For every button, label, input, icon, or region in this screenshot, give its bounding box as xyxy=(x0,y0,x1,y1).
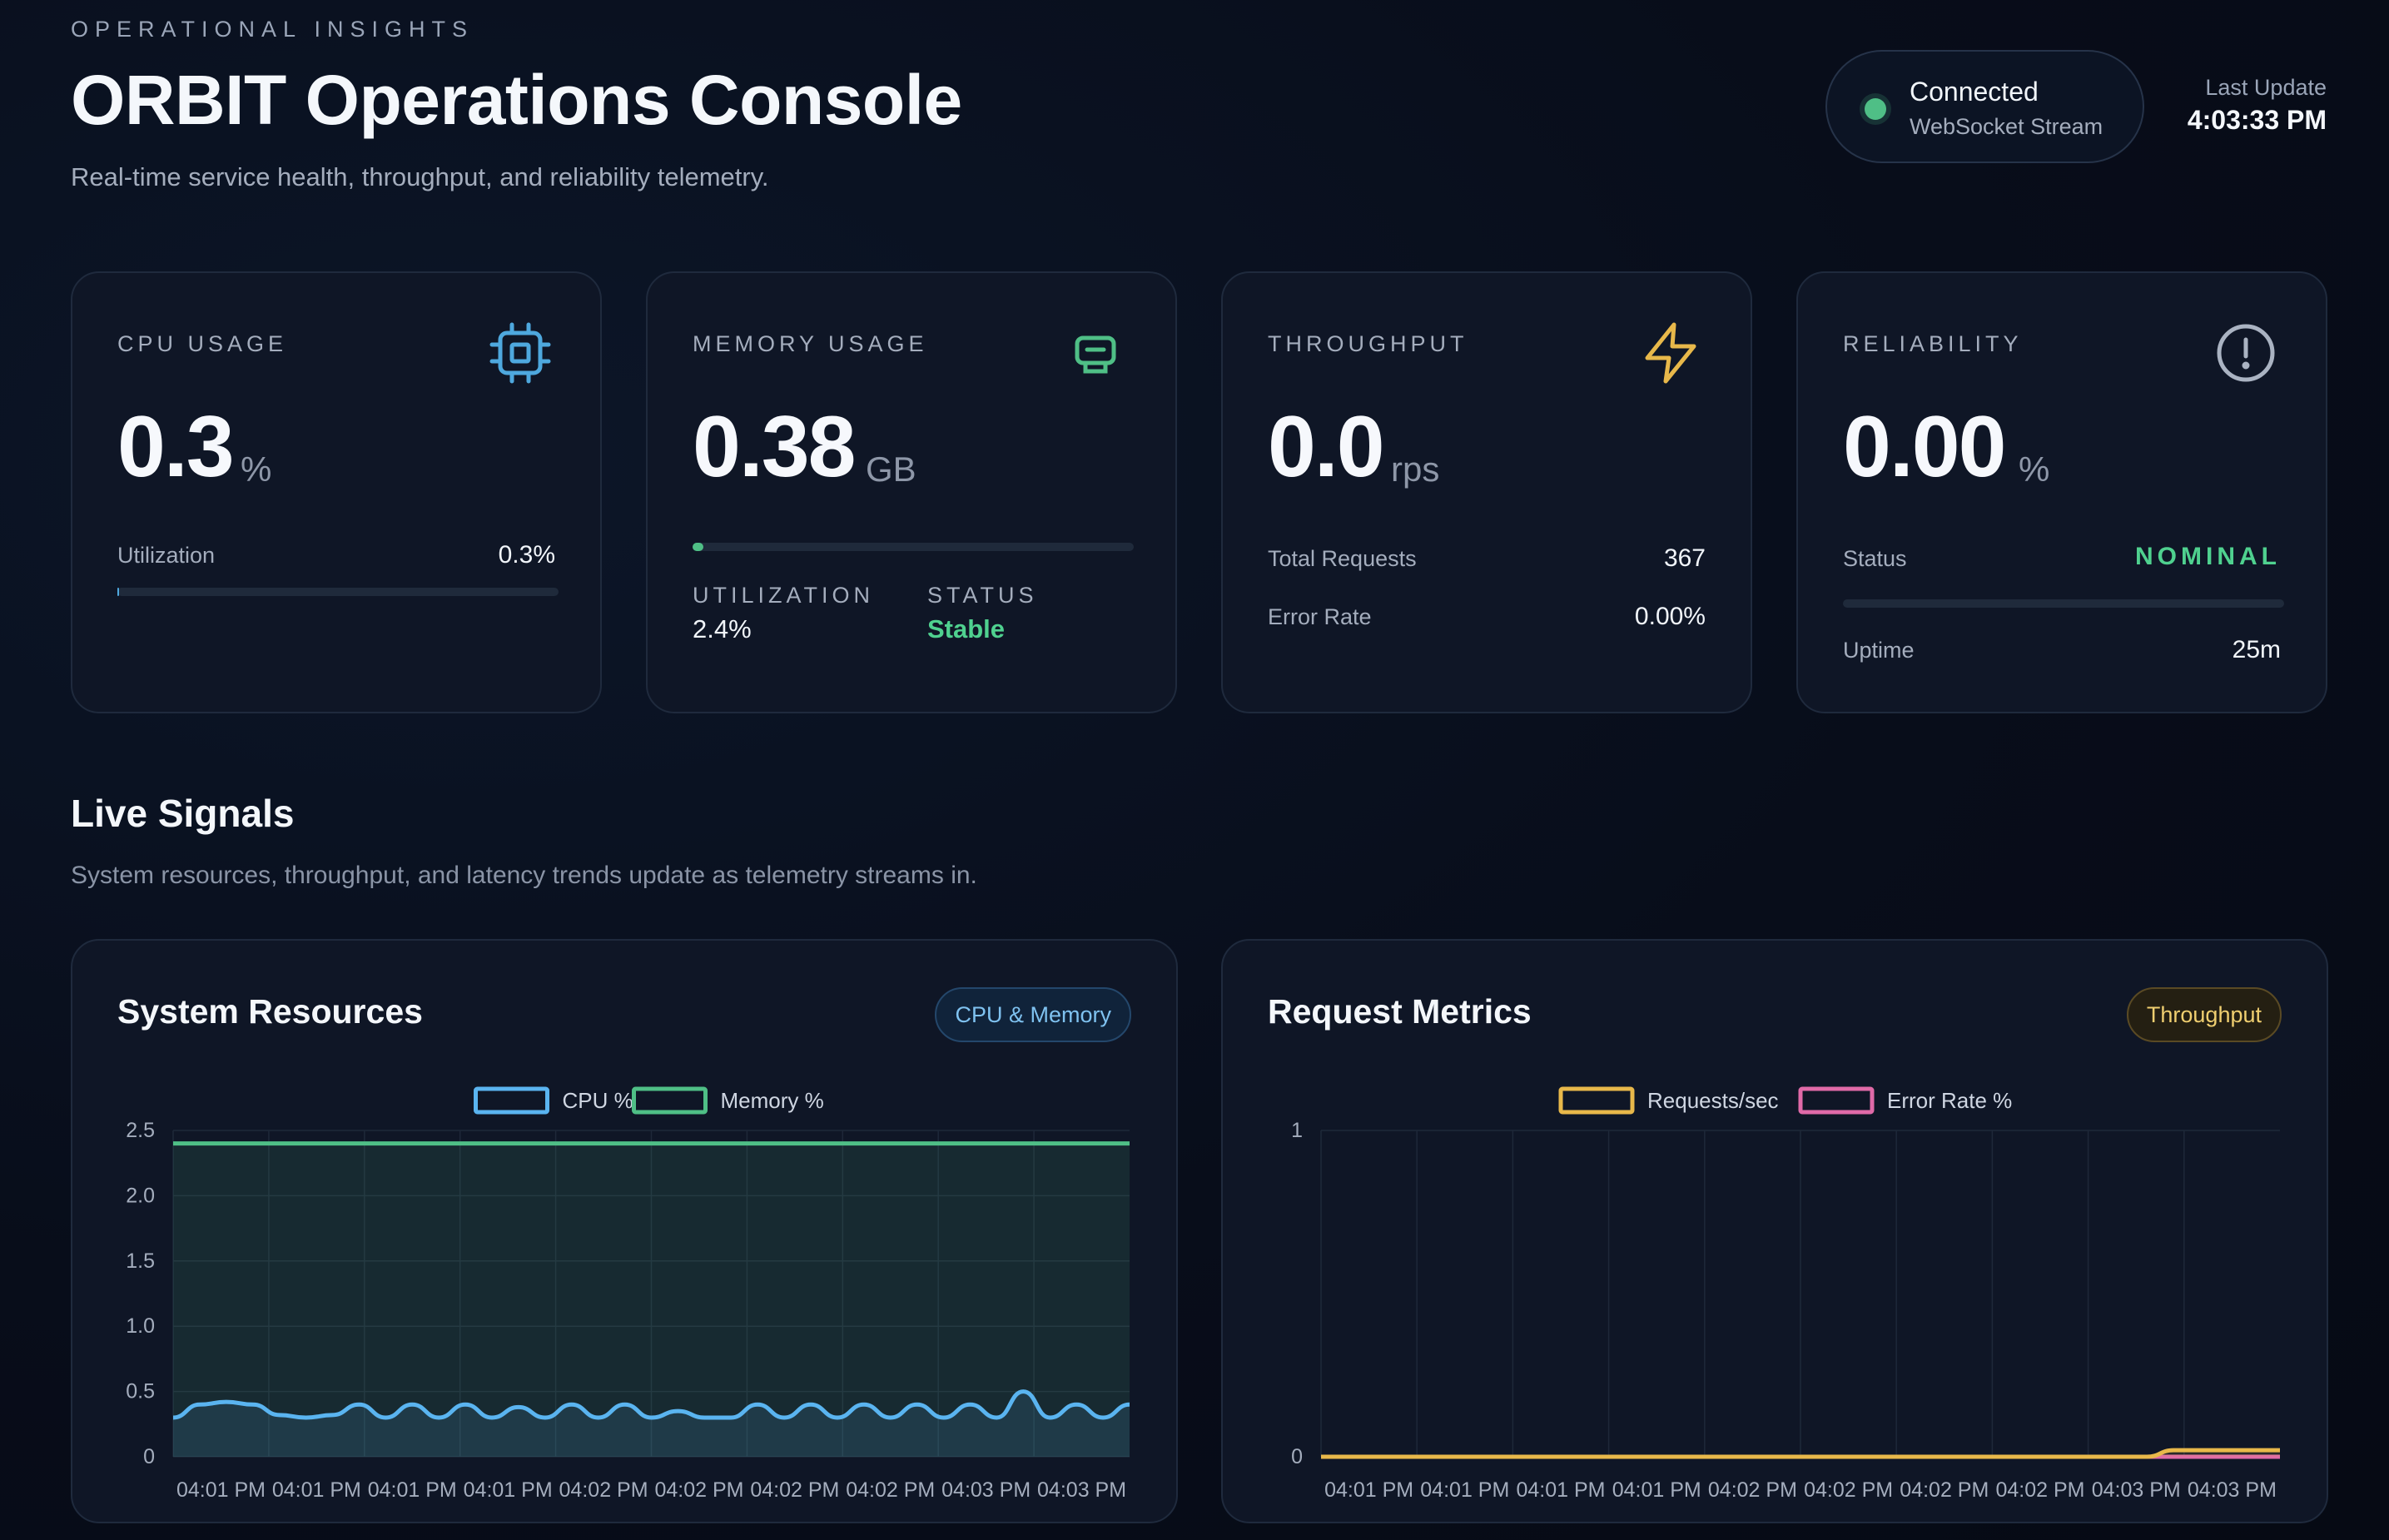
x-tick-label: 04:02 PM xyxy=(1900,1478,1989,1502)
total-requests-value: 367 xyxy=(1663,544,1706,572)
reliability-status-value: NOMINAL xyxy=(2135,543,2281,570)
x-tick-label: 04:02 PM xyxy=(654,1478,743,1502)
cpu-card-label: CPU USAGE xyxy=(117,331,288,356)
reliability-card[interactable]: RELIABILITY 0.00 % Status NOMINAL Uptime… xyxy=(1796,271,2327,713)
y-tick-label: 2.0 xyxy=(126,1184,155,1207)
memory-card-label: MEMORY USAGE xyxy=(693,331,928,356)
memory-unit: GB xyxy=(866,450,916,489)
y-tick-label: 0.5 xyxy=(126,1380,155,1403)
reliability-card-label: RELIABILITY xyxy=(1843,331,2023,356)
x-tick-label: 04:01 PM xyxy=(1420,1478,1509,1502)
throughput-card-label: THROUGHPUT xyxy=(1268,331,1468,356)
cpu-icon xyxy=(489,321,552,385)
memory-status-caption: STATUS xyxy=(927,583,1038,608)
legend-swatch xyxy=(474,1086,549,1115)
x-tick-label: 04:02 PM xyxy=(1804,1478,1893,1502)
x-tick-label: 04:01 PM xyxy=(1324,1478,1413,1502)
legend-swatch xyxy=(1798,1086,1875,1115)
throughput-card[interactable]: THROUGHPUT 0.0 rps Total Requests 367 Er… xyxy=(1221,271,1752,713)
y-tick-label: 1.0 xyxy=(126,1314,155,1338)
legend-label: Memory % xyxy=(721,1088,824,1113)
memory-utilization-bar-fill xyxy=(693,543,703,551)
request-metrics-panel: Request Metrics Throughput 1 0 04:01 PM 04:… xyxy=(1221,939,2328,1523)
memory-utilization-value: 2.4% xyxy=(693,614,752,643)
y-tick-label: 0 xyxy=(1291,1445,1303,1468)
reliability-unit: % xyxy=(2019,450,2050,489)
live-signals-title: Live Signals xyxy=(71,792,295,835)
x-tick-label: 04:01 PM xyxy=(272,1478,361,1502)
reliability-status-label: Status xyxy=(1843,546,1907,571)
x-tick-label: 04:01 PM xyxy=(464,1478,553,1502)
x-tick-label: 04:02 PM xyxy=(559,1478,648,1502)
y-tick-label: 2.5 xyxy=(126,1119,155,1142)
last-update-label: Last Update xyxy=(2205,75,2327,100)
x-tick-label: 04:02 PM xyxy=(750,1478,839,1502)
alert-circle-icon xyxy=(2214,321,2277,385)
error-rate-value: 0.00% xyxy=(1634,603,1706,630)
legend-swatch xyxy=(632,1086,708,1115)
x-tick-label: 04:02 PM xyxy=(846,1478,935,1502)
memory-usage-card[interactable]: MEMORY USAGE 0.38 GB UTILIZATION 2.4% ST… xyxy=(646,271,1177,713)
uptime-value: 25m xyxy=(2232,636,2281,663)
cpu-utilization-bar xyxy=(117,588,559,596)
series-area xyxy=(173,1143,1130,1457)
system-resources-chart: 2.52.01.51.00.5004:01 PM 04:01 PM 04:01 PM… xyxy=(126,1086,1130,1502)
y-tick-label: 1.5 xyxy=(126,1249,155,1273)
cpu-utilization-bar-fill xyxy=(117,588,119,596)
eyebrow-label: OPERATIONAL INSIGHTS xyxy=(71,17,474,42)
reliability-bar xyxy=(1843,599,2284,608)
x-tick-label: 04:03 PM xyxy=(2188,1478,2277,1502)
y-tick-label: 1 xyxy=(1291,1119,1303,1142)
connection-status-dot-icon xyxy=(1865,98,1886,120)
cpu-utilization-label: Utilization xyxy=(117,543,216,568)
x-tick-label: 04:01 PM xyxy=(368,1478,457,1502)
cpu-value: 0.3 xyxy=(117,399,235,495)
connection-status-subtitle: WebSocket Stream xyxy=(1910,114,2103,139)
system-resources-panel: System Resources CPU & Memory 2.5 2.0 1.5 1… xyxy=(71,939,1178,1523)
memory-utilization-caption: UTILIZATION xyxy=(693,583,875,608)
memory-icon xyxy=(1064,321,1127,385)
throughput-unit: rps xyxy=(1391,450,1440,489)
reliability-value: 0.00 xyxy=(1843,399,2006,495)
legend-label: CPU % xyxy=(563,1088,633,1113)
throughput-value: 0.0 xyxy=(1268,399,1385,495)
memory-value: 0.38 xyxy=(693,399,856,495)
connection-status-pill[interactable]: Connected WebSocket Stream xyxy=(1825,50,2144,163)
total-requests-label: Total Requests xyxy=(1268,546,1417,571)
cpu-usage-card[interactable]: CPU USAGE 0.3 % Utilization 0.3% xyxy=(71,271,602,713)
cpu-unit: % xyxy=(241,450,272,489)
connection-status-title: Connected xyxy=(1910,77,2039,107)
error-rate-label: Error Rate xyxy=(1268,604,1372,629)
x-tick-label: 04:01 PM xyxy=(1516,1478,1605,1502)
x-tick-label: 04:02 PM xyxy=(1995,1478,2084,1502)
legend-label: Requests/sec xyxy=(1647,1088,1779,1113)
x-tick-label: 04:01 PM xyxy=(176,1478,266,1502)
legend-swatch xyxy=(1558,1086,1635,1115)
page-title: ORBIT Operations Console xyxy=(71,61,962,139)
y-tick-label: 0 xyxy=(143,1445,155,1468)
lightning-icon xyxy=(1639,321,1702,385)
console-page: OPERATIONAL INSIGHTS ORBIT Operations Co… xyxy=(0,0,2389,1540)
uptime-label: Uptime xyxy=(1843,638,1915,663)
memory-utilization-bar xyxy=(693,543,1134,551)
memory-status-value: Stable xyxy=(927,614,1006,643)
x-tick-label: 04:02 PM xyxy=(1708,1478,1797,1502)
x-tick-label: 04:03 PM xyxy=(941,1478,1031,1502)
x-tick-label: 04:03 PM xyxy=(2092,1478,2181,1502)
live-signals-subtitle: System resources, throughput, and latenc… xyxy=(71,862,977,889)
page-subtitle: Real-time service health, throughput, an… xyxy=(71,162,769,191)
last-update-time: 4:03:33 PM xyxy=(2187,105,2327,135)
x-tick-label: 04:01 PM xyxy=(1612,1478,1701,1502)
request-metrics-chart: 1 0 04:01 PM 04:01 PM 04:01 PM 04:01 PM 04:02 … xyxy=(1291,1086,2280,1502)
legend-label: Error Rate % xyxy=(1887,1088,2012,1113)
x-tick-label: 04:03 PM xyxy=(1037,1478,1126,1502)
cpu-utilization-value: 0.3% xyxy=(498,541,555,569)
